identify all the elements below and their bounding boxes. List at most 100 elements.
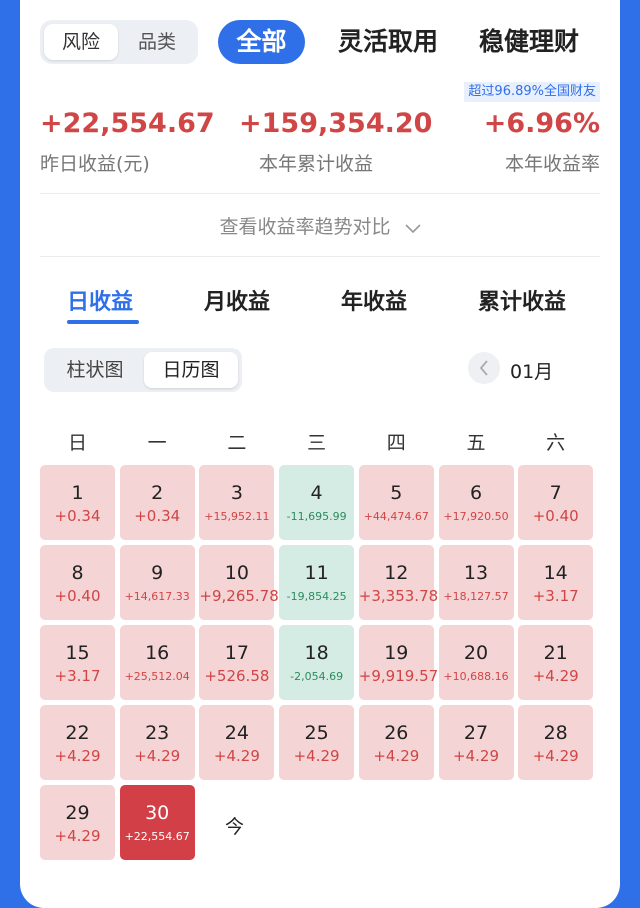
- divider: [40, 256, 600, 257]
- day-income: +4.29: [293, 747, 340, 765]
- weekday-label: 五: [466, 432, 486, 454]
- tab-yearly[interactable]: 年收益: [341, 284, 407, 316]
- day-income: +4.29: [532, 747, 579, 765]
- month-label: 01月: [510, 361, 554, 383]
- calendar-day[interactable]: 27 +4.29: [438, 705, 514, 780]
- yesterday-income-value: +22,554.67: [40, 108, 215, 139]
- day-number: 21: [543, 642, 568, 664]
- day-number: 15: [65, 642, 90, 664]
- segment-risk[interactable]: 风险: [44, 24, 118, 60]
- day-number: 12: [384, 562, 409, 584]
- day-number: 8: [71, 562, 84, 584]
- chevron-down-icon: [404, 217, 421, 239]
- year-rate-label: 本年收益率: [504, 153, 600, 175]
- view-bar-chart[interactable]: 柱状图: [48, 352, 142, 388]
- day-number: 28: [543, 722, 568, 744]
- calendar-day[interactable]: 26 +4.29: [358, 705, 434, 780]
- tab-cumulative[interactable]: 累计收益: [478, 284, 566, 316]
- calendar-day[interactable]: 29 +4.29: [40, 785, 115, 860]
- divider: [40, 193, 600, 194]
- calendar-day[interactable]: 11 -19,854.25: [279, 545, 355, 620]
- day-number: 17: [224, 642, 249, 664]
- day-income: +3.17: [532, 587, 579, 605]
- day-number: 7: [549, 482, 562, 504]
- calendar-day[interactable]: 24 +4.29: [199, 705, 275, 780]
- calendar-day[interactable]: 13 +18,127.57: [438, 545, 514, 620]
- calendar-day[interactable]: 3 +15,952.11: [199, 465, 275, 540]
- calendar-day[interactable]: 6 +17,920.50: [438, 465, 514, 540]
- day-number: 10: [224, 562, 249, 584]
- view-calendar[interactable]: 日历图: [144, 352, 238, 388]
- day-number: 29: [65, 802, 90, 824]
- calendar-day[interactable]: 20 +10,688.16: [438, 625, 514, 700]
- calendar-day[interactable]: 25 +4.29: [279, 705, 355, 780]
- tab-flexible[interactable]: 灵活取用: [338, 22, 438, 62]
- weekday-label: 日: [67, 432, 87, 454]
- weekday-label: 二: [227, 432, 247, 454]
- day-income: +4.29: [54, 827, 101, 845]
- calendar-day[interactable]: 4 -11,695.99: [279, 465, 355, 540]
- rank-badge: 超过96.89%全国财友: [464, 82, 600, 102]
- day-number: 4: [310, 482, 323, 504]
- tab-daily[interactable]: 日收益: [67, 284, 133, 316]
- calendar-day[interactable]: 12 +3,353.78: [358, 545, 439, 620]
- calendar-day[interactable]: 14 +3.17: [518, 545, 594, 620]
- tab-monthly[interactable]: 月收益: [204, 284, 270, 316]
- day-number: 3: [230, 482, 243, 504]
- calendar-day[interactable]: 28 +4.29: [518, 705, 594, 780]
- day-income: +44,474.67: [363, 510, 429, 523]
- day-income: +0.40: [54, 587, 101, 605]
- day-income: +9,265.78: [199, 587, 279, 605]
- calendar-day[interactable]: 22 +4.29: [40, 705, 115, 780]
- calendar-day[interactable]: 17 +526.58: [199, 625, 275, 700]
- day-number: 5: [390, 482, 403, 504]
- calendar-day[interactable]: 1 +0.34: [40, 465, 115, 540]
- segment-category[interactable]: 品类: [120, 24, 194, 60]
- day-number: 16: [145, 642, 170, 664]
- day-income: +4.29: [134, 747, 181, 765]
- calendar-day[interactable]: 10 +9,265.78: [199, 545, 279, 620]
- day-income: +0.34: [54, 507, 101, 525]
- day-income: +25,512.04: [124, 670, 190, 683]
- day-income: +10,688.16: [443, 670, 509, 683]
- calendar-day[interactable]: 19 +9,919.57: [358, 625, 438, 700]
- weekday-label: 三: [307, 432, 327, 454]
- weekday-label: 四: [386, 432, 406, 454]
- day-number: 11: [304, 562, 329, 584]
- calendar-day[interactable]: 7 +0.40: [518, 465, 594, 540]
- day-income: +4.29: [532, 667, 579, 685]
- day-income: +4.29: [54, 747, 101, 765]
- day-income: +17,920.50: [443, 510, 509, 523]
- day-income: +0.34: [134, 507, 181, 525]
- trend-compare-link[interactable]: 查看收益率趋势对比: [20, 212, 620, 239]
- calendar-day-today[interactable]: 30 +22,554.67: [119, 785, 195, 860]
- weekday-label: 一: [147, 432, 167, 454]
- day-income: +22,554.67: [124, 830, 190, 843]
- day-income: +18,127.57: [443, 590, 509, 603]
- tab-stable[interactable]: 稳健理财: [479, 22, 579, 62]
- calendar-day[interactable]: 21 +4.29: [518, 625, 594, 700]
- calendar-day[interactable]: 8 +0.40: [40, 545, 115, 620]
- day-number: 18: [304, 642, 329, 664]
- tab-all[interactable]: 全部: [218, 20, 305, 64]
- calendar-day[interactable]: 5 +44,474.67: [358, 465, 434, 540]
- day-number: 19: [384, 642, 409, 664]
- calendar-day[interactable]: 18 -2,054.69: [279, 625, 355, 700]
- day-income: +14,617.33: [124, 590, 190, 603]
- calendar-day[interactable]: 2 +0.34: [119, 465, 195, 540]
- chevron-left-icon[interactable]: [468, 352, 500, 384]
- day-income: +526.58: [204, 667, 270, 685]
- day-income: -19,854.25: [286, 590, 347, 603]
- day-income: +3.17: [54, 667, 101, 685]
- day-income: +3,353.78: [358, 587, 439, 605]
- day-number: 23: [145, 722, 170, 744]
- day-number: 1: [71, 482, 84, 504]
- day-income: +4.29: [373, 747, 420, 765]
- calendar-day[interactable]: 16 +25,512.04: [119, 625, 195, 700]
- year-income-value: +159,354.20: [239, 108, 433, 139]
- calendar-day[interactable]: 15 +3.17: [40, 625, 115, 700]
- day-number: 6: [469, 482, 483, 504]
- calendar-day[interactable]: 9 +14,617.33: [119, 545, 195, 620]
- calendar-day[interactable]: 23 +4.29: [119, 705, 195, 780]
- day-number: 30: [145, 802, 170, 824]
